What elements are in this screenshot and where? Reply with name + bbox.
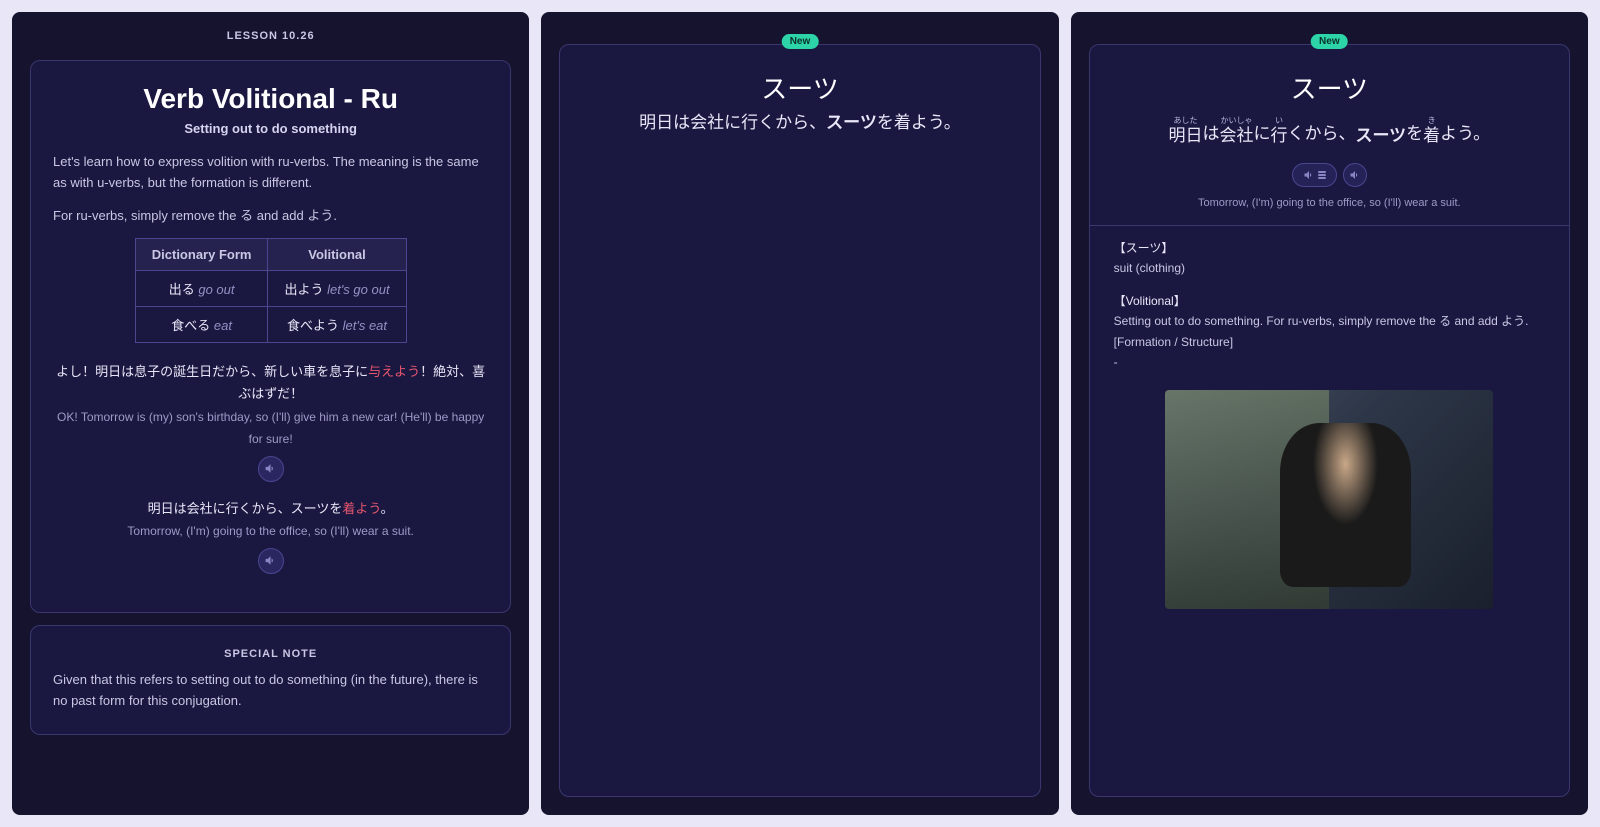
definition-2: 【Volitional】 Setting out to do something… [1114, 291, 1545, 373]
example-1: よし！明日は息子の誕生日だから、新しい車を息子に与えよう！絶対、喜ぶはずだ！ O… [53, 361, 488, 449]
lesson-label: LESSON 10.26 [30, 30, 511, 42]
table-row: 食べる eat 食べよう let's eat [135, 307, 406, 343]
note-text: Given that this refers to setting out to… [53, 670, 488, 712]
intro-text-1: Let's learn how to express volition with… [53, 152, 488, 194]
vocab-panel-detail: New スーツ あした明日はかいしゃ会社にい行くから、 スーツをき着よう。 To… [1071, 12, 1588, 815]
conjugation-table: Dictionary Form Volitional 出る go out 出よう… [135, 238, 407, 343]
speaker-icon [264, 554, 277, 567]
vocab-sentence-furigana: あした明日はかいしゃ会社にい行くから、 スーツをき着よう。 [1114, 108, 1545, 147]
lesson-panel: LESSON 10.26 Verb Volitional - Ru Settin… [12, 12, 529, 815]
example-image [1165, 390, 1493, 609]
new-badge: New [782, 34, 819, 49]
speaker-icon [1303, 169, 1315, 181]
audio-button-1[interactable] [258, 456, 284, 482]
vocab-sentence: 明日は会社に行くから、スーツを着よう。 [584, 108, 1015, 133]
note-label: SPECIAL NOTE [53, 648, 488, 660]
vocab-card-detail: スーツ あした明日はかいしゃ会社にい行くから、 スーツをき着よう。 Tomorr… [1089, 44, 1570, 797]
divider [1090, 225, 1569, 226]
vocab-word: スーツ [1114, 69, 1545, 106]
example-2: 明日は会社に行くから、スーツを着よう。 Tomorrow, (I'm) goin… [53, 498, 488, 542]
card-subtitle: Setting out to do something [53, 121, 488, 136]
lines-icon [1318, 171, 1326, 179]
grammar-card: Verb Volitional - Ru Setting out to do s… [30, 60, 511, 613]
control-row [1114, 163, 1545, 187]
table-header-vol: Volitional [268, 239, 406, 271]
table-header-dict: Dictionary Form [135, 239, 268, 271]
translation-text: Tomorrow, (I'm) going to the office, so … [1114, 197, 1545, 209]
speaker-icon [1349, 169, 1361, 181]
audio-button-2[interactable] [258, 548, 284, 574]
audio-text-button[interactable] [1292, 163, 1337, 187]
note-card: SPECIAL NOTE Given that this refers to s… [30, 625, 511, 735]
vocab-card-simple: スーツ 明日は会社に行くから、スーツを着よう。 [559, 44, 1040, 797]
speaker-icon [264, 462, 277, 475]
new-badge: New [1311, 34, 1348, 49]
vocab-word: スーツ [584, 69, 1015, 106]
table-row: 出る go out 出よう let's go out [135, 271, 406, 307]
definition-1: 【スーツ】 suit (clothing) [1114, 238, 1545, 279]
vocab-panel-simple: New スーツ 明日は会社に行くから、スーツを着よう。 [541, 12, 1058, 815]
audio-button[interactable] [1343, 163, 1367, 187]
card-title: Verb Volitional - Ru [53, 83, 488, 115]
intro-text-2: For ru-verbs, simply remove the る and ad… [53, 206, 488, 227]
